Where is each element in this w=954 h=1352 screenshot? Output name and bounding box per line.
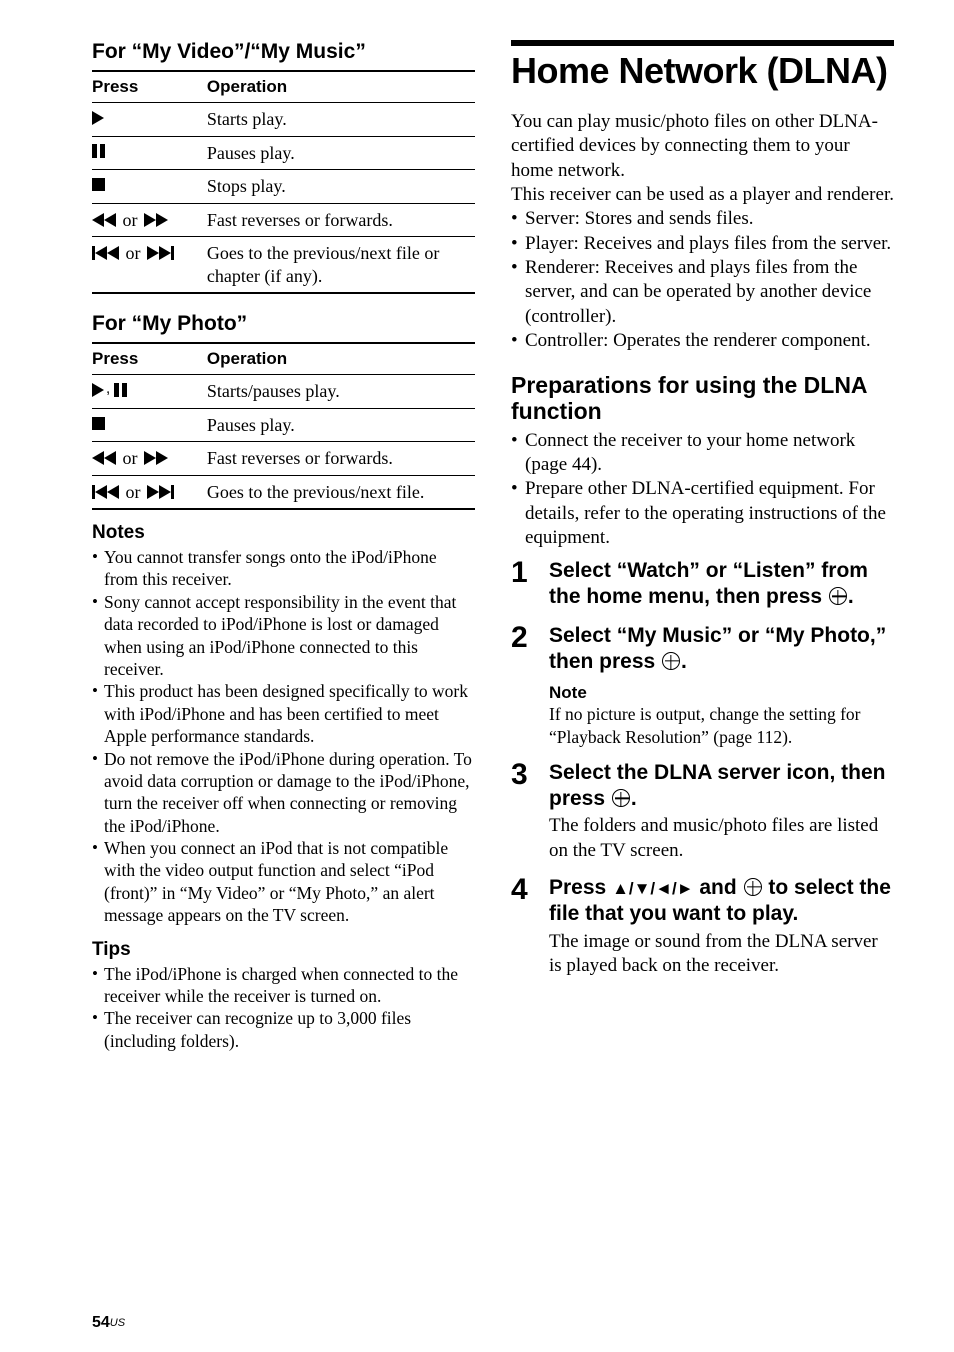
notes-heading: Notes — [92, 522, 475, 544]
prep-item: Connect the receiver to your home networ… — [511, 429, 894, 478]
th-press: Press — [92, 71, 207, 103]
step-item: 2 Select “My Music” or “My Photo,” then … — [511, 623, 894, 748]
step-number: 1 — [511, 558, 533, 611]
enter-icon — [612, 789, 630, 807]
step-heading: Select “My Music” or “My Photo,” then pr… — [549, 623, 894, 676]
or-text: or — [121, 482, 145, 502]
rewind-icon — [92, 449, 116, 468]
or-text: or — [118, 448, 142, 468]
op-text: Fast reverses or forwards. — [207, 203, 475, 237]
or-text: or — [118, 210, 142, 230]
tips-list: The iPod/iPhone is charged when connecte… — [92, 963, 475, 1053]
note-item: You cannot transfer songs onto the iPod/… — [92, 546, 475, 591]
page-footer: 54US — [92, 1314, 894, 1332]
op-text: Goes to the previous/next file. — [207, 475, 475, 509]
step-item: 4 Press ▲/▼/◄/► and to select the file t… — [511, 875, 894, 978]
prep-list: Connect the receiver to your home networ… — [511, 429, 894, 551]
step-body: The folders and music/photo files are li… — [549, 814, 894, 863]
op-text: Starts/pauses play. — [207, 375, 475, 409]
intro-text: You can play music/photo files on other … — [511, 110, 894, 207]
stop-icon — [92, 175, 105, 194]
or-text: or — [121, 243, 145, 263]
step-heading: Press ▲/▼/◄/► and to select the file tha… — [549, 875, 894, 928]
page-number: 54 — [92, 1314, 110, 1331]
step-number: 3 — [511, 760, 533, 863]
op-text: Starts play. — [207, 103, 475, 137]
th-operation: Operation — [207, 343, 475, 375]
step-number: 2 — [511, 623, 533, 748]
note-item: When you connect an iPod that is not com… — [92, 837, 475, 927]
th-operation: Operation — [207, 71, 475, 103]
op-text: Stops play. — [207, 170, 475, 204]
op-text: Pauses play. — [207, 408, 475, 442]
tips-heading: Tips — [92, 939, 475, 961]
play-icon — [92, 380, 106, 399]
step-heading: Select “Watch” or “Listen” from the home… — [549, 558, 894, 611]
note-item: Sony cannot accept responsibility in the… — [92, 591, 475, 681]
play-icon — [92, 108, 106, 127]
role-item: Controller: Operates the renderer compon… — [511, 329, 894, 353]
next-icon — [147, 482, 174, 501]
step-heading: Select the DLNA server icon, then press … — [549, 760, 894, 813]
preparations-heading: Preparations for using the DLNA function — [511, 373, 894, 425]
table-my-video-music: Press Operation Starts play. Pauses play… — [92, 70, 475, 294]
role-item: Player: Receives and plays files from th… — [511, 232, 894, 256]
note-item: This product has been designed specifica… — [92, 680, 475, 747]
page-title: Home Network (DLNA) — [511, 50, 894, 92]
step-note: If no picture is output, change the sett… — [549, 703, 894, 748]
steps-list: 1 Select “Watch” or “Listen” from the ho… — [511, 558, 894, 978]
rewind-icon — [92, 210, 116, 229]
previous-icon — [92, 244, 119, 263]
enter-icon — [744, 878, 762, 896]
fast-forward-icon — [144, 449, 168, 468]
heading-my-photo: For “My Photo” — [92, 312, 475, 336]
step-body: The image or sound from the DLNA server … — [549, 930, 894, 979]
stop-icon — [92, 414, 105, 433]
dpad-arrows-icon: ▲/▼/◄/► — [612, 879, 693, 898]
step-item: 3 Select the DLNA server icon, then pres… — [511, 760, 894, 863]
note-item: Do not remove the iPod/iPhone during ope… — [92, 748, 475, 838]
enter-icon — [829, 587, 847, 605]
tip-item: The receiver can recognize up to 3,000 f… — [92, 1007, 475, 1052]
prep-item: Prepare other DLNA-certified equipment. … — [511, 477, 894, 550]
previous-icon — [92, 482, 119, 501]
notes-list: You cannot transfer songs onto the iPod/… — [92, 546, 475, 927]
pause-icon — [114, 380, 128, 399]
section-rule — [511, 40, 894, 46]
heading-my-video-music: For “My Video”/“My Music” — [92, 40, 475, 64]
enter-icon — [662, 652, 680, 670]
op-text: Pauses play. — [207, 136, 475, 170]
th-press: Press — [92, 343, 207, 375]
step-note-heading: Note — [549, 683, 894, 703]
table-my-photo: Press Operation , Starts/pauses play. Pa… — [92, 342, 475, 510]
roles-list: Server: Stores and sends files. Player: … — [511, 207, 894, 353]
op-text: Goes to the previous/next file or chapte… — [207, 237, 475, 294]
role-item: Renderer: Receives and plays files from … — [511, 256, 894, 329]
role-item: Server: Stores and sends files. — [511, 207, 894, 231]
step-number: 4 — [511, 875, 533, 978]
next-icon — [147, 244, 174, 263]
step-item: 1 Select “Watch” or “Listen” from the ho… — [511, 558, 894, 611]
fast-forward-icon — [144, 210, 168, 229]
op-text: Fast reverses or forwards. — [207, 442, 475, 476]
tip-item: The iPod/iPhone is charged when connecte… — [92, 963, 475, 1008]
pause-icon — [92, 142, 106, 161]
page-region: US — [110, 1317, 125, 1329]
